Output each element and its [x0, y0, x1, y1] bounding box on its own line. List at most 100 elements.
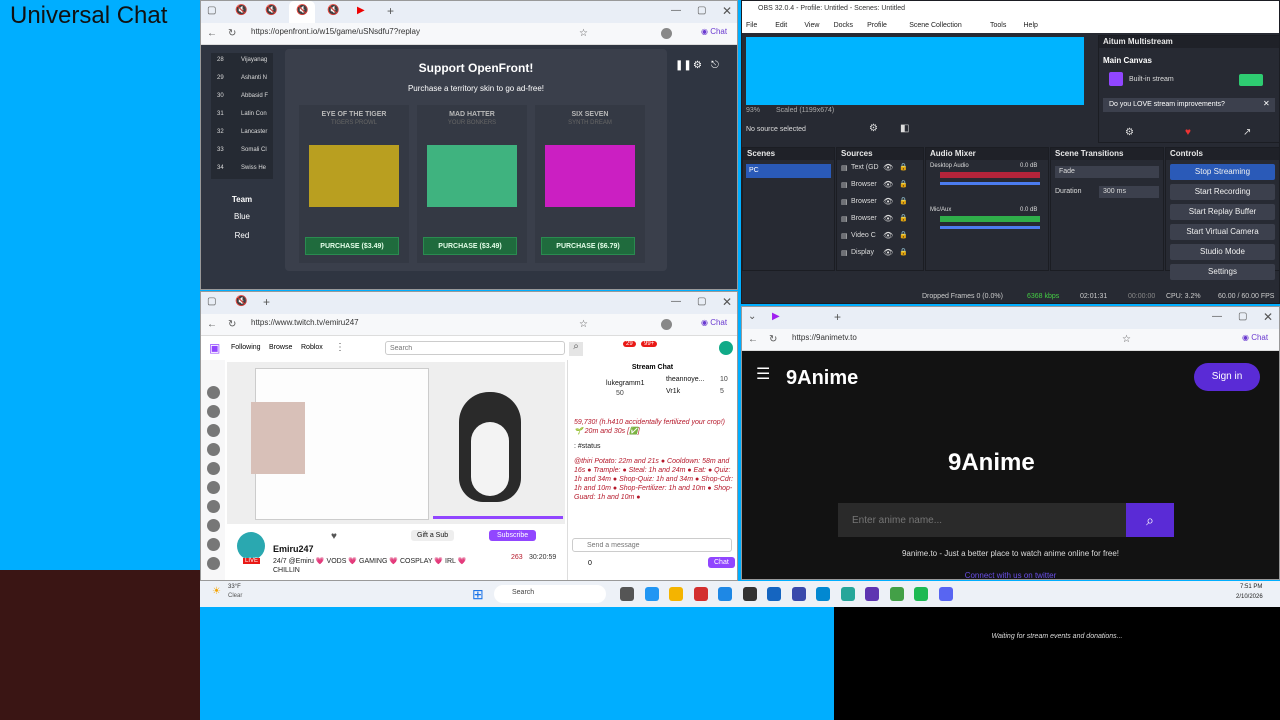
menu-item[interactable]: Edit: [775, 22, 787, 29]
volume-slider[interactable]: [940, 226, 1040, 229]
menu-item[interactable]: File: [746, 22, 757, 29]
channel-avatar[interactable]: [207, 557, 220, 570]
url-field[interactable]: https://www.twitch.tv/emiru247: [251, 318, 359, 327]
purchase-button[interactable]: PURCHASE ($6.79): [541, 237, 635, 255]
control-button[interactable]: Stop Streaming: [1170, 164, 1275, 180]
source-item[interactable]: ▤ Browser 👁 🔒: [837, 194, 923, 211]
lock-icon[interactable]: 🔒: [899, 163, 908, 171]
taskbar-app-icon[interactable]: [889, 587, 904, 601]
anime-search-input[interactable]: [838, 503, 1126, 537]
source-item[interactable]: ▤ Video C 👁 🔒: [837, 228, 923, 245]
control-button[interactable]: Start Virtual Camera: [1170, 224, 1275, 240]
lock-icon[interactable]: 🔒: [899, 180, 908, 188]
taskbar-app-icon[interactable]: [914, 587, 928, 601]
control-button[interactable]: Settings: [1170, 264, 1275, 280]
tab-actions-icon[interactable]: ▢: [207, 297, 216, 307]
notifications-badge[interactable]: 29: [623, 341, 636, 347]
mute-tab-icon[interactable]: 🔇: [327, 6, 339, 16]
aitum-settings-icon[interactable]: ⚙: [1125, 128, 1134, 138]
pause-icon[interactable]: ❚❚: [675, 61, 692, 71]
close-button[interactable]: ✕: [722, 296, 732, 308]
taskbar-app-icon[interactable]: [938, 587, 953, 601]
channel-avatar[interactable]: [207, 462, 220, 475]
control-button[interactable]: Start Recording: [1170, 184, 1275, 200]
visibility-icon[interactable]: 👁: [883, 180, 893, 189]
follow-heart-icon[interactable]: ♥: [331, 532, 337, 542]
visibility-icon[interactable]: 👁: [883, 163, 893, 172]
url-field[interactable]: https://9animetv.to: [792, 333, 857, 342]
new-tab-button[interactable]: +: [263, 296, 270, 308]
close-button[interactable]: ✕: [1263, 311, 1273, 323]
taskbar-app-icon[interactable]: [644, 587, 659, 601]
lock-icon[interactable]: 🔒: [899, 248, 908, 256]
youtube-tab-icon[interactable]: ▶: [357, 6, 365, 16]
back-icon[interactable]: ←: [207, 29, 217, 39]
taskbar-app-icon[interactable]: [816, 587, 830, 601]
close-prompt-icon[interactable]: ✕: [1263, 100, 1270, 108]
maximize-button[interactable]: ▢: [697, 297, 706, 307]
video-player[interactable]: [227, 362, 565, 524]
visibility-icon[interactable]: 👁: [883, 214, 893, 223]
weather-icon[interactable]: ☀: [212, 587, 221, 597]
control-button[interactable]: Studio Mode: [1170, 244, 1275, 260]
nav-browse[interactable]: Browse: [269, 344, 292, 351]
gifter-name[interactable]: Vr1k: [666, 388, 680, 395]
channel-avatar[interactable]: [207, 519, 220, 532]
whispers-badge[interactable]: 99+: [641, 341, 658, 347]
transition-select[interactable]: Fade: [1055, 166, 1159, 178]
copilot-icon[interactable]: ◉ Chat: [701, 319, 727, 327]
volume-slider[interactable]: [940, 182, 1040, 185]
favorite-icon[interactable]: ☆: [1122, 335, 1131, 345]
close-button[interactable]: ✕: [722, 5, 732, 17]
lock-icon[interactable]: 🔒: [899, 214, 908, 222]
back-icon[interactable]: ←: [748, 335, 758, 345]
streamer-name[interactable]: Emiru247: [273, 544, 314, 554]
menu-item[interactable]: Help: [1024, 22, 1038, 29]
taskbar-app-icon[interactable]: [840, 587, 855, 601]
channel-avatar[interactable]: [207, 424, 220, 437]
maximize-button[interactable]: ▢: [697, 6, 706, 16]
nav-roblox[interactable]: Roblox: [301, 344, 323, 351]
refresh-icon[interactable]: ↻: [228, 29, 236, 39]
settings-gear-icon[interactable]: ⚙: [693, 61, 702, 71]
taskbar-app-icon[interactable]: [865, 587, 879, 601]
tab-list-icon[interactable]: ⌄: [748, 312, 756, 322]
channel-points[interactable]: 0: [588, 560, 592, 567]
sign-in-button[interactable]: Sign in: [1194, 363, 1260, 391]
mute-tab-icon[interactable]: 🔇: [265, 6, 277, 16]
copilot-icon[interactable]: ◉ Chat: [1242, 334, 1268, 342]
refresh-icon[interactable]: ↻: [228, 320, 236, 330]
chat-input[interactable]: [572, 538, 732, 552]
duration-input[interactable]: 300 ms: [1099, 186, 1159, 198]
subscribe-button[interactable]: Subscribe: [489, 530, 537, 541]
source-item[interactable]: ▤ Browser 👁 🔒: [837, 177, 923, 194]
anime-logo[interactable]: 9Anime: [786, 367, 858, 390]
search-icon[interactable]: ⌕: [1126, 503, 1174, 537]
taskbar-app-icon[interactable]: [767, 587, 781, 601]
control-button[interactable]: Start Replay Buffer: [1170, 204, 1275, 220]
tab-actions-icon[interactable]: ▢: [207, 6, 216, 16]
minimize-button[interactable]: —: [671, 6, 681, 16]
user-avatar[interactable]: [719, 341, 733, 355]
streamer-avatar[interactable]: [237, 532, 265, 560]
active-tab[interactable]: ▶: [772, 312, 780, 322]
stream-toggle[interactable]: [1239, 74, 1263, 86]
visibility-icon[interactable]: 👁: [883, 197, 893, 206]
chat-send-button[interactable]: Chat: [708, 557, 735, 568]
menu-item[interactable]: Scene Collection: [909, 22, 962, 29]
lock-icon[interactable]: 🔒: [899, 231, 908, 239]
nav-following[interactable]: Following: [231, 344, 261, 351]
purchase-button[interactable]: PURCHASE ($3.49): [305, 237, 399, 255]
menu-item[interactable]: View: [804, 22, 819, 29]
profile-avatar[interactable]: [661, 319, 672, 330]
visibility-icon[interactable]: 👁: [883, 231, 893, 240]
menu-item[interactable]: Tools: [990, 22, 1006, 29]
scene-item-pc[interactable]: PC: [746, 164, 831, 178]
maximize-button[interactable]: ▢: [1238, 312, 1247, 322]
source-item[interactable]: ▤ Display 👁 🔒: [837, 245, 923, 262]
aitum-share-icon[interactable]: ↗: [1243, 128, 1251, 138]
gifter-name[interactable]: lukegramm1: [606, 380, 645, 387]
gifter-name[interactable]: theannoye...: [666, 376, 705, 383]
heart-icon[interactable]: ♥: [1185, 128, 1191, 138]
more-icon[interactable]: ⋮: [335, 343, 345, 353]
